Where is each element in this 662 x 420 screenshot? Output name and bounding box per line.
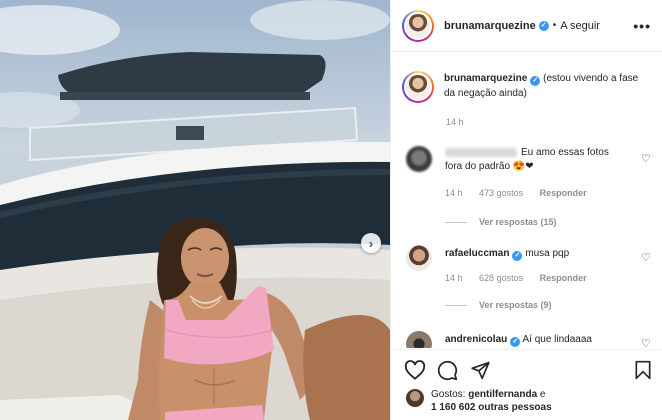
heart-icon[interactable] (404, 360, 426, 380)
likes-joiner: e (537, 389, 546, 400)
action-bar (391, 349, 662, 389)
likes-prefix: Gostos: (431, 389, 469, 400)
post-photo: › (0, 0, 390, 420)
verified-badge-icon: ✓ (538, 20, 549, 31)
comment-meta: 14 h 473 gostos Responder (445, 188, 601, 198)
follow-button[interactable]: A seguir (560, 20, 600, 32)
comment-avatar[interactable] (406, 331, 432, 348)
heart-icon[interactable]: ♡ (641, 339, 652, 349)
view-replies-button[interactable]: Ver respostas (15) (445, 217, 557, 227)
comment-username[interactable]: rafaeluccman (445, 248, 509, 259)
author-username[interactable]: brunamarquezine (444, 20, 536, 32)
heart-icon[interactable]: ♡ (641, 253, 652, 264)
caption: brunamarquezine ✓ (estou vivendo a fase d… (402, 71, 652, 127)
caption-avatar[interactable] (402, 71, 434, 103)
heart-icon[interactable]: ♡ (641, 154, 652, 165)
author-avatar[interactable] (402, 9, 434, 42)
caption-time[interactable]: 14 h (446, 117, 464, 127)
comment-item: andrenicolau ✓ Aí que lindaaaa ♡ (402, 331, 652, 348)
bookmark-icon[interactable] (634, 360, 652, 380)
chevron-right-icon: › (368, 235, 374, 251)
verified-badge-icon: ✓ (512, 251, 523, 261)
comment-icon[interactable] (437, 360, 458, 381)
reply-button[interactable]: Responder (540, 273, 587, 283)
post-header: brunamarquezine ✓ • A seguir ••• (391, 0, 662, 52)
comments-section[interactable]: brunamarquezine ✓ (estou vivendo a fase d… (391, 53, 662, 348)
comment-text: Aí que lindaaaa (522, 334, 592, 345)
view-replies-button[interactable]: Ver respostas (9) (445, 300, 552, 310)
liker-username[interactable]: gentilfernanda (468, 389, 537, 400)
more-options-icon[interactable]: ••• (633, 18, 651, 34)
comment-avatar[interactable] (406, 146, 432, 172)
comment-meta: 14 h 628 gostos Responder (445, 273, 601, 283)
comment-item: Eu amo essas fotos fora do padrão 😍❤ ♡ 1… (402, 146, 652, 236)
comment-time[interactable]: 14 h (445, 273, 463, 283)
comment-text: musa pqp (525, 248, 570, 259)
likes-summary: Gostos: gentilfernanda e 1 160 602 outra… (406, 388, 656, 414)
comment-username-blurred[interactable] (445, 147, 517, 157)
next-photo-button[interactable]: › (361, 233, 381, 253)
comment-likes[interactable]: 473 gostos (479, 188, 523, 198)
likes-others[interactable]: 1 160 602 outras pessoas (431, 402, 552, 413)
reply-button[interactable]: Responder (540, 188, 587, 198)
comment-username[interactable]: andrenicolau (445, 334, 507, 345)
comment-item: rafaeluccman ✓ musa pqp ♡ 14 h 628 gostos… (402, 245, 652, 315)
post-side-panel: brunamarquezine ✓ • A seguir ••• brunama… (390, 0, 662, 420)
photo-illustration (0, 0, 390, 420)
share-icon[interactable] (470, 360, 491, 380)
comment-likes[interactable]: 628 gostos (479, 273, 523, 283)
comment-avatar[interactable] (406, 245, 432, 271)
caption-username[interactable]: brunamarquezine (444, 73, 527, 84)
verified-badge-icon: ✓ (510, 337, 521, 347)
comment-time[interactable]: 14 h (445, 188, 463, 198)
separator-dot: • (552, 20, 557, 31)
verified-badge-icon: ✓ (530, 76, 541, 86)
liker-avatar[interactable] (406, 389, 424, 407)
